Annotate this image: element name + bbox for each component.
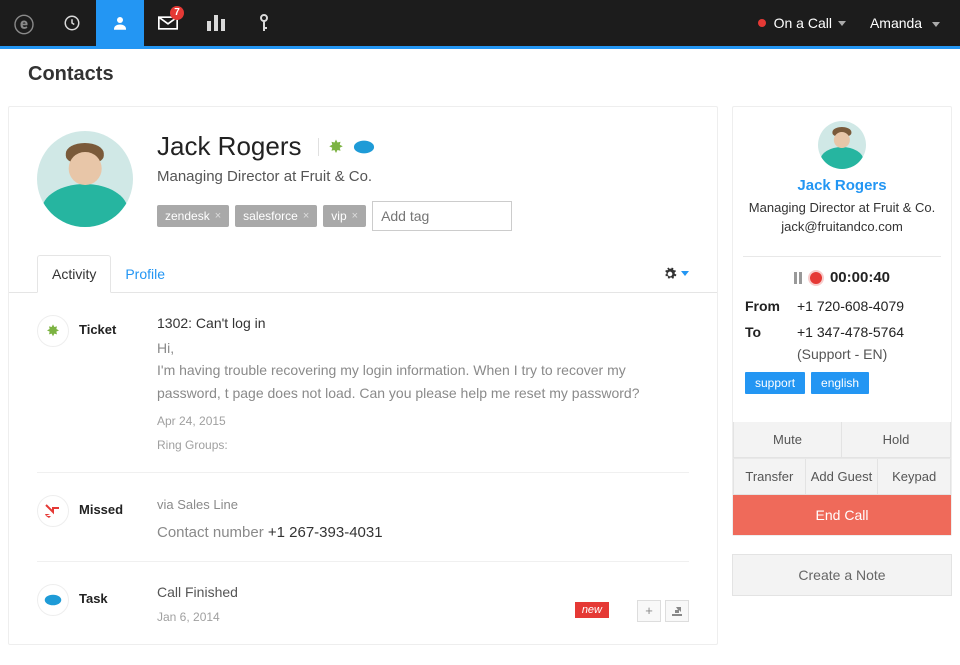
feed-meta: Ring Groups: xyxy=(157,438,689,452)
zendesk-icon xyxy=(37,315,69,347)
nav-keys[interactable] xyxy=(240,0,288,46)
inbox-badge: 7 xyxy=(170,6,184,20)
avatar-small xyxy=(818,121,866,169)
nav-inbox[interactable]: 7 xyxy=(144,0,192,46)
avatar xyxy=(37,131,133,227)
feed-type-label: Missed xyxy=(79,495,123,517)
feed-body-text: I'm having trouble recovering my login i… xyxy=(157,359,689,404)
feed-item-missed: Missed via Sales Line Contact number +1 … xyxy=(37,472,689,561)
pause-icon[interactable] xyxy=(794,272,802,284)
feed-item-ticket: Ticket 1302: Can't log in Hi, I'm having… xyxy=(37,293,689,472)
add-guest-button[interactable]: Add Guest xyxy=(806,459,879,495)
record-icon[interactable] xyxy=(810,272,822,284)
call-timer-row: 00:00:40 xyxy=(733,269,951,286)
remove-tag-icon[interactable]: × xyxy=(215,210,221,222)
side-contact-title: Managing Director at Fruit & Co. xyxy=(743,200,941,215)
main-panel: Jack Rogers Managing Director at Fruit &… xyxy=(8,106,718,645)
key-icon xyxy=(259,14,269,32)
end-call-button[interactable]: End Call xyxy=(733,495,951,535)
nav-history[interactable] xyxy=(48,0,96,46)
contact-number-label: Contact number xyxy=(157,524,268,541)
status-dot-icon xyxy=(758,19,766,27)
logo-icon: ⓔ xyxy=(14,9,34,38)
share-icon xyxy=(671,605,683,617)
to-sublabel: (Support - EN) xyxy=(797,346,939,362)
tags-row: zendesk× salesforce× vip× xyxy=(157,201,689,231)
transfer-button[interactable]: Transfer xyxy=(733,459,806,495)
settings-dropdown[interactable] xyxy=(663,267,689,281)
feed-greeting: Hi, xyxy=(157,337,689,359)
side-contact-name[interactable]: Jack Rogers xyxy=(743,177,941,194)
remove-tag-icon[interactable]: × xyxy=(303,210,309,222)
chevron-down-icon xyxy=(932,22,940,27)
nav-reports[interactable] xyxy=(192,0,240,46)
to-number: +1 347-478-5764 xyxy=(797,324,904,340)
hold-button[interactable]: Hold xyxy=(842,422,951,458)
chevron-down-icon xyxy=(681,271,689,276)
remove-tag-icon[interactable]: × xyxy=(352,210,358,222)
missed-call-icon xyxy=(37,495,69,527)
tab-profile[interactable]: Profile xyxy=(111,256,179,292)
feed-type-label: Task xyxy=(79,584,108,606)
tag-salesforce[interactable]: salesforce× xyxy=(235,205,317,227)
to-label: To xyxy=(745,324,797,340)
page-title: Contacts xyxy=(0,49,960,96)
topbar: ⓔ 7 On a Call Amanda xyxy=(0,0,960,46)
contact-number: +1 267-393-4031 xyxy=(268,524,383,541)
tab-activity[interactable]: Activity xyxy=(37,255,111,293)
user-name: Amanda xyxy=(870,15,922,31)
side-tag-support[interactable]: support xyxy=(745,372,805,394)
bars-icon xyxy=(207,15,225,31)
mute-button[interactable]: Mute xyxy=(733,422,842,458)
share-button[interactable] xyxy=(665,600,689,622)
person-icon xyxy=(111,14,129,32)
nav-logo[interactable]: ⓔ xyxy=(0,0,48,46)
side-panel: Jack Rogers Managing Director at Fruit &… xyxy=(732,106,952,645)
feed-date: Apr 24, 2015 xyxy=(157,414,689,428)
status-text: On a Call xyxy=(774,15,832,31)
feed-via: via Sales Line xyxy=(157,495,689,516)
add-button[interactable]: + xyxy=(637,600,661,622)
salesforce-icon xyxy=(37,584,69,616)
feed-date: Jan 6, 2014 xyxy=(157,610,689,624)
new-badge: new xyxy=(575,602,609,618)
call-status[interactable]: On a Call xyxy=(758,15,846,31)
call-timer: 00:00:40 xyxy=(830,269,890,286)
chevron-down-icon xyxy=(838,21,846,26)
keypad-button[interactable]: Keypad xyxy=(878,459,951,495)
clock-icon xyxy=(63,14,81,32)
gear-icon xyxy=(663,267,677,281)
nav-contacts[interactable] xyxy=(96,0,144,46)
create-note-button[interactable]: Create a Note xyxy=(732,554,952,596)
feed-title: 1302: Can't log in xyxy=(157,315,689,331)
feed-type-label: Ticket xyxy=(79,315,116,337)
zendesk-icon[interactable] xyxy=(327,138,345,156)
side-contact-email: jack@fruitandco.com xyxy=(743,219,941,234)
tag-zendesk[interactable]: zendesk× xyxy=(157,205,229,227)
from-label: From xyxy=(745,298,797,314)
user-menu[interactable]: Amanda xyxy=(870,15,940,31)
contact-title: Managing Director at Fruit & Co. xyxy=(157,168,689,185)
add-tag-input[interactable] xyxy=(372,201,512,231)
side-tag-english[interactable]: english xyxy=(811,372,869,394)
tag-vip[interactable]: vip× xyxy=(323,205,366,227)
feed-item-task: Task Call Finished Jan 6, 2014 new + xyxy=(37,561,689,644)
contact-name: Jack Rogers xyxy=(157,131,302,162)
salesforce-icon[interactable] xyxy=(353,139,375,155)
from-number: +1 720-608-4079 xyxy=(797,298,904,314)
feed-title: Call Finished xyxy=(157,584,689,600)
